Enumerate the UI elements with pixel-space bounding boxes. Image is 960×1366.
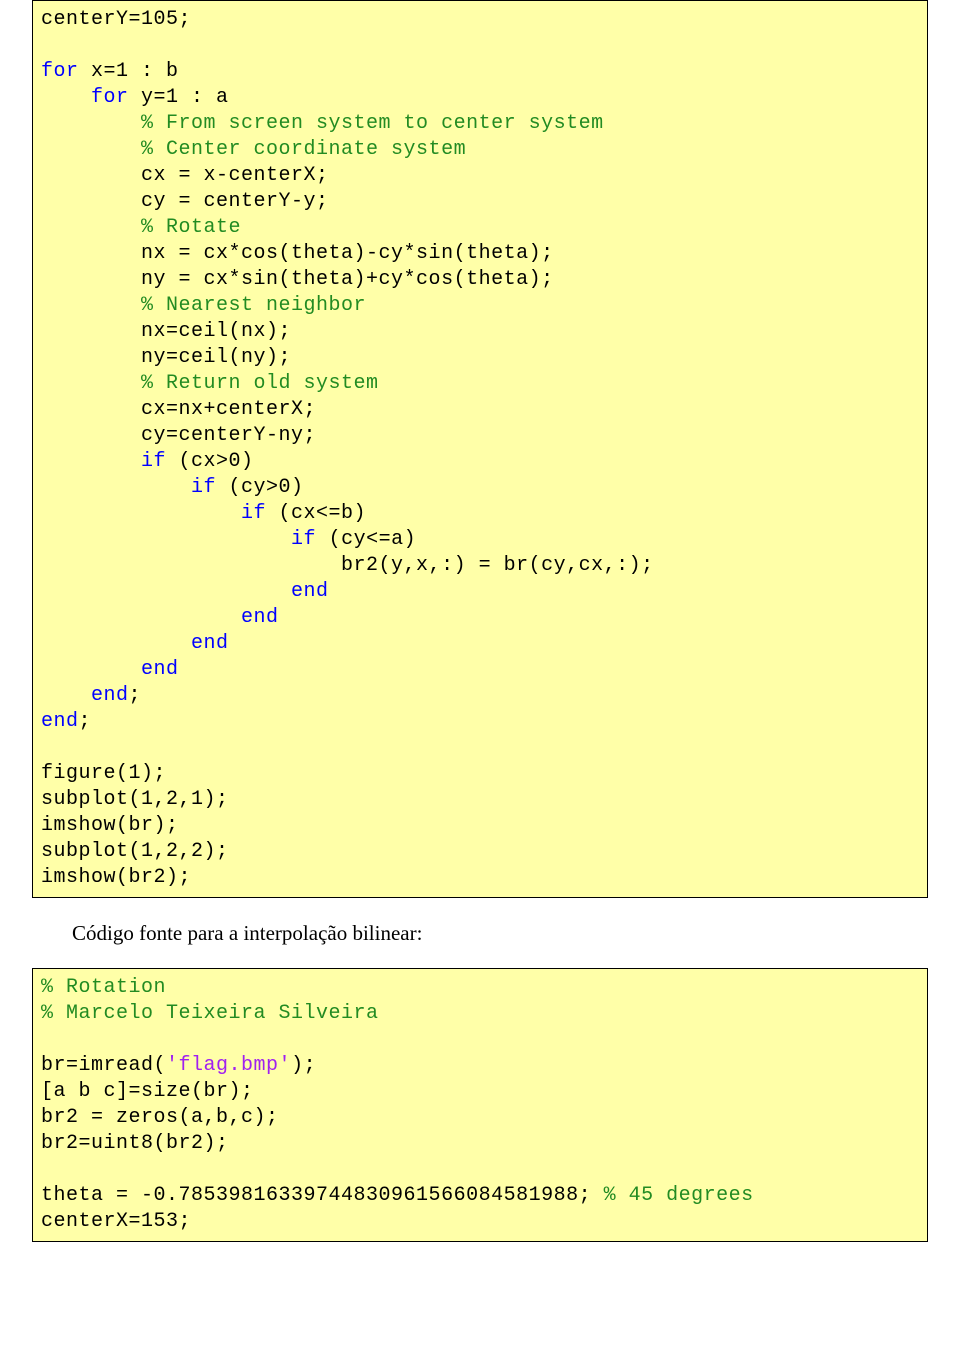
code-keyword: end	[141, 658, 179, 681]
code-line: cy = centerY-y;	[141, 190, 329, 213]
code-text: ;	[129, 684, 142, 707]
code-keyword: if	[291, 528, 316, 551]
code-line: cx = x-centerX;	[141, 164, 329, 187]
code-line: centerY=105;	[41, 8, 191, 31]
code-line: ny = cx*sin(theta)+cy*cos(theta);	[141, 268, 554, 291]
code-line: nx = cx*cos(theta)-cy*sin(theta);	[141, 242, 554, 265]
code-text: x=1 : b	[79, 60, 179, 83]
code-text: theta = -0.78539816339744830961566084581…	[41, 1184, 604, 1207]
code-keyword: if	[191, 476, 216, 499]
code-line: imshow(br);	[41, 814, 179, 837]
code-line: imshow(br2);	[41, 866, 191, 889]
code-line: [a b c]=size(br);	[41, 1080, 254, 1103]
code-block-2: % Rotation % Marcelo Teixeira Silveira b…	[32, 968, 928, 1242]
code-line: subplot(1,2,2);	[41, 840, 229, 863]
code-comment: % Nearest neighbor	[141, 294, 366, 317]
paragraph: Código fonte para a interpolação bilinea…	[72, 918, 928, 950]
code-keyword: for	[91, 86, 129, 109]
code-comment: % From screen system to center system	[141, 112, 604, 135]
code-string: 'flag.bmp'	[166, 1054, 291, 1077]
code-line: nx=ceil(nx);	[141, 320, 291, 343]
code-keyword: end	[241, 606, 279, 629]
code-line: figure(1);	[41, 762, 166, 785]
code-keyword: if	[241, 502, 266, 525]
code-comment: % Rotation	[41, 976, 166, 999]
code-comment: % Center coordinate system	[141, 138, 466, 161]
page-content: centerY=105; for x=1 : b for y=1 : a % F…	[0, 0, 960, 1302]
code-text: y=1 : a	[129, 86, 229, 109]
code-comment: % Rotate	[141, 216, 241, 239]
code-line: br2=uint8(br2);	[41, 1132, 229, 1155]
code-comment: % 45 degrees	[604, 1184, 754, 1207]
code-text: (cy>0)	[216, 476, 304, 499]
code-text: ;	[79, 710, 92, 733]
code-line: ny=ceil(ny);	[141, 346, 291, 369]
code-text: (cx<=b)	[266, 502, 366, 525]
code-comment: % Marcelo Teixeira Silveira	[41, 1002, 379, 1025]
code-text: br=imread(	[41, 1054, 166, 1077]
code-comment: % Return old system	[141, 372, 379, 395]
code-keyword: if	[141, 450, 166, 473]
code-block-1: centerY=105; for x=1 : b for y=1 : a % F…	[32, 0, 928, 898]
code-keyword: end	[291, 580, 329, 603]
code-line: cy=centerY-ny;	[141, 424, 316, 447]
code-line: subplot(1,2,1);	[41, 788, 229, 811]
code-line: centerX=153;	[41, 1210, 191, 1233]
code-text: (cx>0)	[166, 450, 254, 473]
code-keyword: end	[91, 684, 129, 707]
code-line: br2(y,x,:) = br(cy,cx,:);	[341, 554, 654, 577]
code-keyword: end	[41, 710, 79, 733]
code-line: cx=nx+centerX;	[141, 398, 316, 421]
code-text: (cy<=a)	[316, 528, 416, 551]
code-text: );	[291, 1054, 316, 1077]
code-line: br2 = zeros(a,b,c);	[41, 1106, 279, 1129]
code-keyword: for	[41, 60, 79, 83]
code-keyword: end	[191, 632, 229, 655]
